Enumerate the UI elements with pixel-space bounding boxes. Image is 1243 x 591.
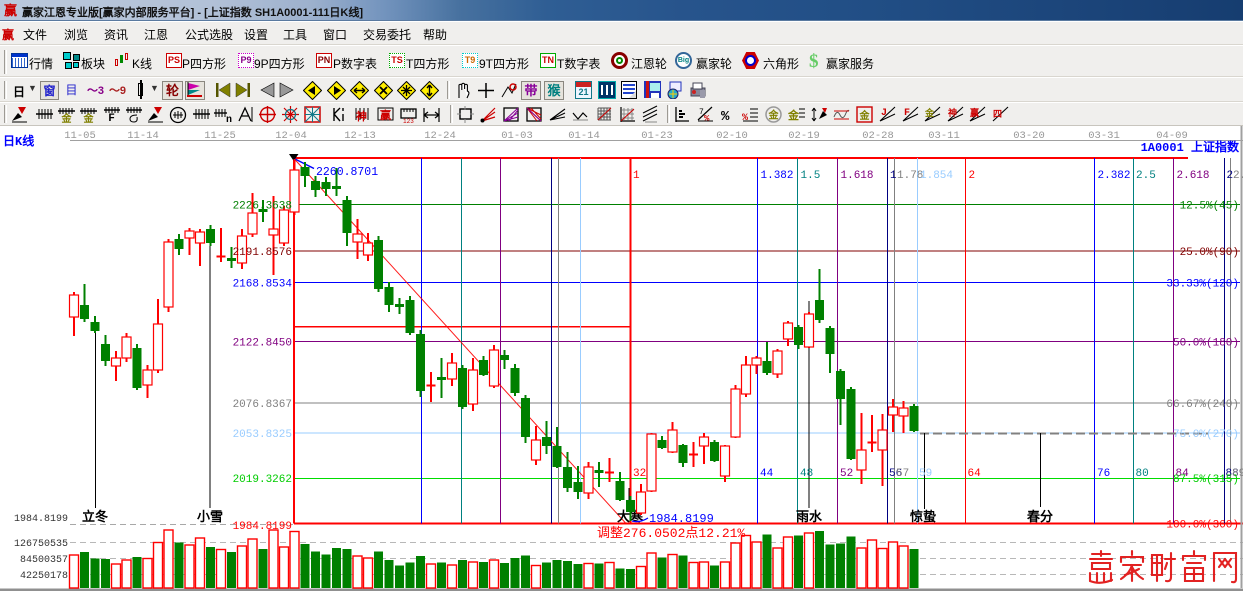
svg-text:雨水: 雨水 [796,509,823,525]
svg-text:%: % [704,114,710,124]
svg-text:123: 123 [403,118,414,124]
svg-text:小雪: 小雪 [197,509,223,525]
svg-text:2226.3638: 2226.3638 [233,201,292,213]
svg-text:03-20: 03-20 [1013,130,1045,142]
svg-text:1984.8199: 1984.8199 [233,521,292,533]
svg-text:1984.8199: 1984.8199 [14,514,68,525]
svg-text:1984.8199: 1984.8199 [649,512,714,526]
svg-text:2.5: 2.5 [1136,170,1156,182]
svg-text:02-28: 02-28 [862,130,894,142]
svg-text:春分: 春分 [1026,509,1053,525]
svg-text:80: 80 [1136,468,1149,480]
svg-text:立冬: 立冬 [82,509,108,525]
svg-text:神: 神 [948,107,957,119]
svg-text:11-05: 11-05 [64,130,96,142]
svg-text:1.618: 1.618 [841,170,874,182]
svg-text:01-03: 01-03 [501,130,533,142]
svg-text:金: 金 [924,107,935,119]
svg-text:76: 76 [1097,468,1110,480]
svg-text:01-23: 01-23 [641,130,673,142]
svg-text:金: 金 [859,109,871,123]
svg-text:48: 48 [800,468,813,480]
svg-text:四: 四 [993,109,1002,120]
svg-text:12.5%(45): 12.5%(45) [1180,201,1239,213]
svg-text:87.5%(315): 87.5%(315) [1173,474,1239,486]
svg-text:44: 44 [760,468,774,480]
svg-text:%: % [742,113,748,124]
svg-text:2: 2 [969,170,976,182]
svg-text:赢: 赢 [970,107,979,119]
svg-text:66.67%(240): 66.67%(240) [1166,399,1239,411]
svg-text:1: 1 [633,170,640,182]
svg-text:12-24: 12-24 [424,130,456,142]
svg-text:n²: n² [226,115,232,124]
svg-text:32: 32 [633,468,646,480]
svg-text:1.854: 1.854 [920,170,953,182]
svg-text:52: 52 [840,468,853,480]
svg-text:2.618: 2.618 [1177,170,1210,182]
svg-text:84500357: 84500357 [20,555,68,566]
svg-text:04-09: 04-09 [1156,130,1188,142]
svg-text:F: F [108,113,115,124]
svg-text:%: % [721,109,730,124]
svg-text:2260.8701: 2260.8701 [316,166,378,179]
svg-text:调整276.0502点12.21%: 调整276.0502点12.21% [597,526,745,541]
svg-text:2168.8534: 2168.8534 [233,279,293,291]
svg-text:2076.8367: 2076.8367 [233,399,292,411]
svg-text:2191.8576: 2191.8576 [233,247,292,259]
svg-text:2019.3262: 2019.3262 [233,474,292,486]
svg-text:01-14: 01-14 [568,130,600,142]
svg-text:惊蛰: 惊蛰 [910,509,936,525]
svg-text:金: 金 [787,108,800,123]
svg-text:2053.8325: 2053.8325 [233,429,292,441]
svg-text:64: 64 [968,468,982,480]
svg-text:33.33%(120): 33.33%(120) [1166,279,1239,291]
svg-text:50.0%(180): 50.0%(180) [1173,338,1239,350]
svg-text:11-14: 11-14 [127,130,159,142]
svg-text:11-25: 11-25 [204,130,236,142]
svg-text:赢: 赢 [380,108,391,123]
svg-text:1.382: 1.382 [761,170,794,182]
svg-text:12-04: 12-04 [275,130,307,142]
svg-text:75.0%(270): 75.0%(270) [1173,429,1239,441]
svg-text:12-13: 12-13 [344,130,376,142]
svg-text:57: 57 [896,468,909,480]
svg-text:神: 神 [356,109,367,124]
svg-text:100.0%(360): 100.0%(360) [1166,520,1239,532]
svg-text:42250178: 42250178 [20,571,68,582]
svg-text:日K线: 日K线 [3,133,34,149]
svg-text:02-10: 02-10 [716,130,748,142]
svg-text:126750535: 126750535 [14,539,68,550]
svg-text:03-11: 03-11 [928,130,960,142]
svg-text:25.0%(90): 25.0%(90) [1180,247,1239,259]
svg-text:1.5: 1.5 [801,170,821,182]
svg-text:03-31: 03-31 [1088,130,1120,142]
svg-text:2122.8450: 2122.8450 [233,338,292,350]
svg-text:59: 59 [919,468,932,480]
svg-text:1: 1 [890,170,897,182]
svg-text:J: J [881,108,887,119]
svg-text:金: 金 [768,109,780,123]
svg-text:02-19: 02-19 [788,130,820,142]
svg-text:F: F [904,108,910,119]
svg-text:2.382: 2.382 [1098,170,1131,182]
svg-text:2.: 2. [1233,170,1243,182]
